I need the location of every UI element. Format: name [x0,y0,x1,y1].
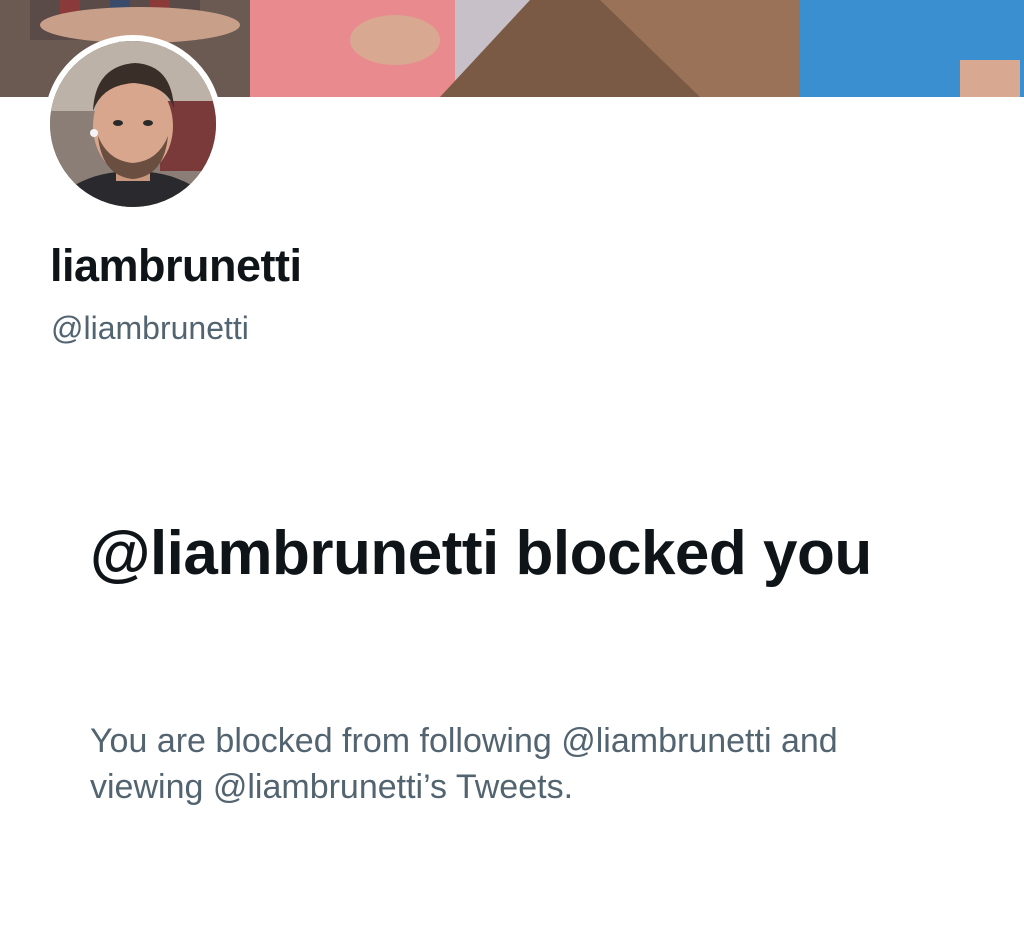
profile-display-name: liambrunetti [50,240,302,291]
blocked-notice-description: You are blocked from following @liambrun… [90,722,838,806]
avatar-photo [50,41,216,207]
profile-handle: @liambrunetti [51,310,249,346]
blocked-notice-title: @liambrunetti blocked you [90,519,872,588]
profile-avatar[interactable] [44,35,222,213]
